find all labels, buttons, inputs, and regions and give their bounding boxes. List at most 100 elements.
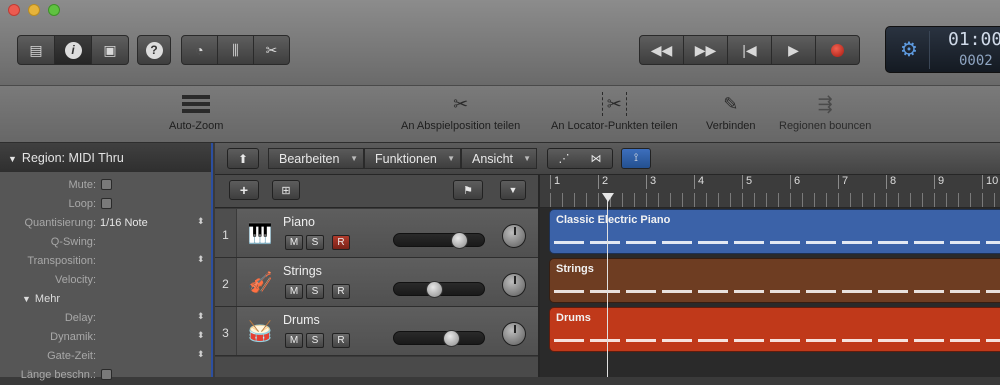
record-enable-button[interactable]: R xyxy=(332,284,350,299)
scissors-button[interactable]: ✂ xyxy=(254,36,289,64)
close-window-button[interactable] xyxy=(8,4,20,16)
view-menu[interactable]: Ansicht ▼ xyxy=(461,148,537,169)
help-button[interactable]: ? xyxy=(137,35,171,65)
region[interactable]: Drums xyxy=(549,307,1000,352)
collapse-button[interactable]: ▼ xyxy=(500,180,526,200)
editor-button[interactable]: ▣ xyxy=(92,36,128,64)
split-at-playhead-button[interactable]: ✂ An Abspielposition teilen xyxy=(401,92,520,133)
play-button[interactable]: ▶ xyxy=(772,36,816,64)
volume-knob[interactable] xyxy=(442,330,460,347)
bounce-icon: ⇶ xyxy=(817,93,833,114)
ruler-tick: 9 xyxy=(934,175,944,189)
region[interactable]: Classic Electric Piano xyxy=(549,209,1000,254)
mute-checkbox[interactable] xyxy=(101,179,112,190)
solo-button[interactable]: S xyxy=(306,284,324,299)
zoom-bars-icon xyxy=(181,92,211,116)
lcd-display[interactable]: ⚙ 01:00 0002 xyxy=(885,26,1000,73)
ruler-tick: 10 xyxy=(982,175,998,189)
track-row[interactable]: 1 🎹 Piano M S R xyxy=(215,209,540,258)
catch-playhead-button[interactable]: ⟟ xyxy=(621,148,651,169)
go-to-start-icon: |◀ xyxy=(742,41,757,58)
rewind-button[interactable]: ◀◀ xyxy=(640,36,684,64)
mute-button[interactable]: M xyxy=(285,235,303,250)
stepper-icon[interactable]: ⬍ xyxy=(197,330,205,341)
stepper-icon[interactable]: ⬍ xyxy=(197,254,205,265)
delay-row[interactable]: Delay: ⬍ xyxy=(0,309,211,328)
volume-slider[interactable] xyxy=(393,232,485,249)
fast-forward-button[interactable]: ▶▶ xyxy=(684,36,728,64)
flex-icon[interactable]: ⋈ xyxy=(591,152,602,165)
playhead[interactable] xyxy=(607,193,608,377)
bounce-regions-button[interactable]: ⇶ Regionen bouncen xyxy=(779,92,871,133)
more-disclosure[interactable]: ▼ Mehr xyxy=(0,290,211,309)
up-button[interactable]: ⬆ xyxy=(227,148,259,169)
mixer-button[interactable]: ⫼ xyxy=(218,36,254,64)
ruler-tick: 8 xyxy=(886,175,896,189)
ruler-tick: 3 xyxy=(646,175,656,189)
dynamics-row[interactable]: Dynamik: ⬍ xyxy=(0,328,211,347)
record-enable-button[interactable]: R xyxy=(332,235,350,250)
inspector-header[interactable]: ▼ Region: MIDI Thru xyxy=(0,143,211,172)
solo-button[interactable]: S xyxy=(306,333,324,348)
editing-tools-group: ◔ ⫼ ✂ xyxy=(181,35,290,65)
clip-length-checkbox[interactable] xyxy=(101,369,112,380)
scissors-locator-icon: ✂ xyxy=(601,92,627,116)
rewind-icon: ◀◀ xyxy=(650,41,673,58)
pan-knob[interactable] xyxy=(502,273,526,297)
volume-knob[interactable] xyxy=(451,232,469,249)
inspector-button[interactable]: i xyxy=(55,36,92,64)
velocity-row[interactable]: Velocity: xyxy=(0,271,211,290)
region-name: Classic Electric Piano xyxy=(556,214,671,226)
stepper-icon[interactable]: ⬍ xyxy=(197,311,205,322)
add-folder-button[interactable]: ⊞ xyxy=(272,180,300,200)
catch-icon: ⟟ xyxy=(633,152,639,164)
solo-button[interactable]: S xyxy=(306,235,324,250)
automation-icon[interactable]: ⋰ xyxy=(559,152,570,165)
record-enable-button[interactable]: R xyxy=(332,333,350,348)
track-name[interactable]: Drums xyxy=(283,313,320,327)
go-to-start-button[interactable]: |◀ xyxy=(728,36,772,64)
mute-button[interactable]: M xyxy=(285,284,303,299)
track-row[interactable]: 2 🎻 Strings M S R xyxy=(215,258,540,307)
mute-button[interactable]: M xyxy=(285,333,303,348)
track-row[interactable]: 3 🥁 Drums M S R xyxy=(215,307,540,356)
gate-time-row[interactable]: Gate-Zeit: ⬍ xyxy=(0,347,211,366)
add-track-button[interactable]: + xyxy=(229,180,259,200)
volume-slider[interactable] xyxy=(393,281,485,298)
split-at-locators-button[interactable]: ✂ An Locator-Punkten teilen xyxy=(551,92,678,132)
region[interactable]: Strings xyxy=(549,258,1000,303)
loop-checkbox[interactable] xyxy=(101,198,112,209)
smart-controls-button[interactable]: ◔ xyxy=(182,36,218,64)
gear-icon[interactable]: ⚙ xyxy=(900,37,918,62)
auto-zoom-button[interactable]: Auto-Zoom xyxy=(169,92,223,132)
transposition-row[interactable]: Transposition: ⬍ xyxy=(0,252,211,271)
library-button[interactable]: ▤ xyxy=(18,36,55,64)
folder-plus-icon: ⊞ xyxy=(281,184,291,197)
track-name[interactable]: Strings xyxy=(283,264,322,278)
track-name[interactable]: Piano xyxy=(283,215,315,229)
edit-menu[interactable]: Bearbeiten ▼ xyxy=(268,148,364,169)
record-button[interactable] xyxy=(816,36,859,64)
functions-menu[interactable]: Funktionen ▼ xyxy=(364,148,461,169)
volume-knob[interactable] xyxy=(426,281,444,298)
playhead-marker-icon[interactable] xyxy=(602,193,614,202)
q-swing-row[interactable]: Q-Swing: xyxy=(0,233,211,252)
disclosure-triangle-icon: ▼ xyxy=(22,294,31,304)
stepper-icon[interactable]: ⬍ xyxy=(197,349,205,360)
quantize-value[interactable]: 1/16 Note xyxy=(100,217,148,229)
join-button[interactable]: ✎ Verbinden xyxy=(706,92,756,133)
pan-knob[interactable] xyxy=(502,322,526,346)
disclosure-triangle-icon[interactable]: ▼ xyxy=(8,154,17,164)
midi-notes xyxy=(554,290,1000,293)
pan-knob[interactable] xyxy=(502,224,526,248)
volume-slider[interactable] xyxy=(393,330,485,347)
flag-menu-button[interactable]: ⚑ xyxy=(453,180,483,200)
drum-kit-icon: 🥁 xyxy=(247,320,273,343)
timeline-ruler[interactable]: 1 2 3 4 5 6 7 8 9 10 xyxy=(540,175,1000,208)
zoom-window-button[interactable] xyxy=(48,4,60,16)
track-number: 1 xyxy=(215,209,237,257)
quantize-row[interactable]: Quantisierung: 1/16 Note ⬍ xyxy=(0,214,211,233)
region-toolbar: Auto-Zoom ✂ An Abspielposition teilen ✂ … xyxy=(0,86,1000,143)
minimize-window-button[interactable] xyxy=(28,4,40,16)
stepper-icon[interactable]: ⬍ xyxy=(197,216,205,227)
